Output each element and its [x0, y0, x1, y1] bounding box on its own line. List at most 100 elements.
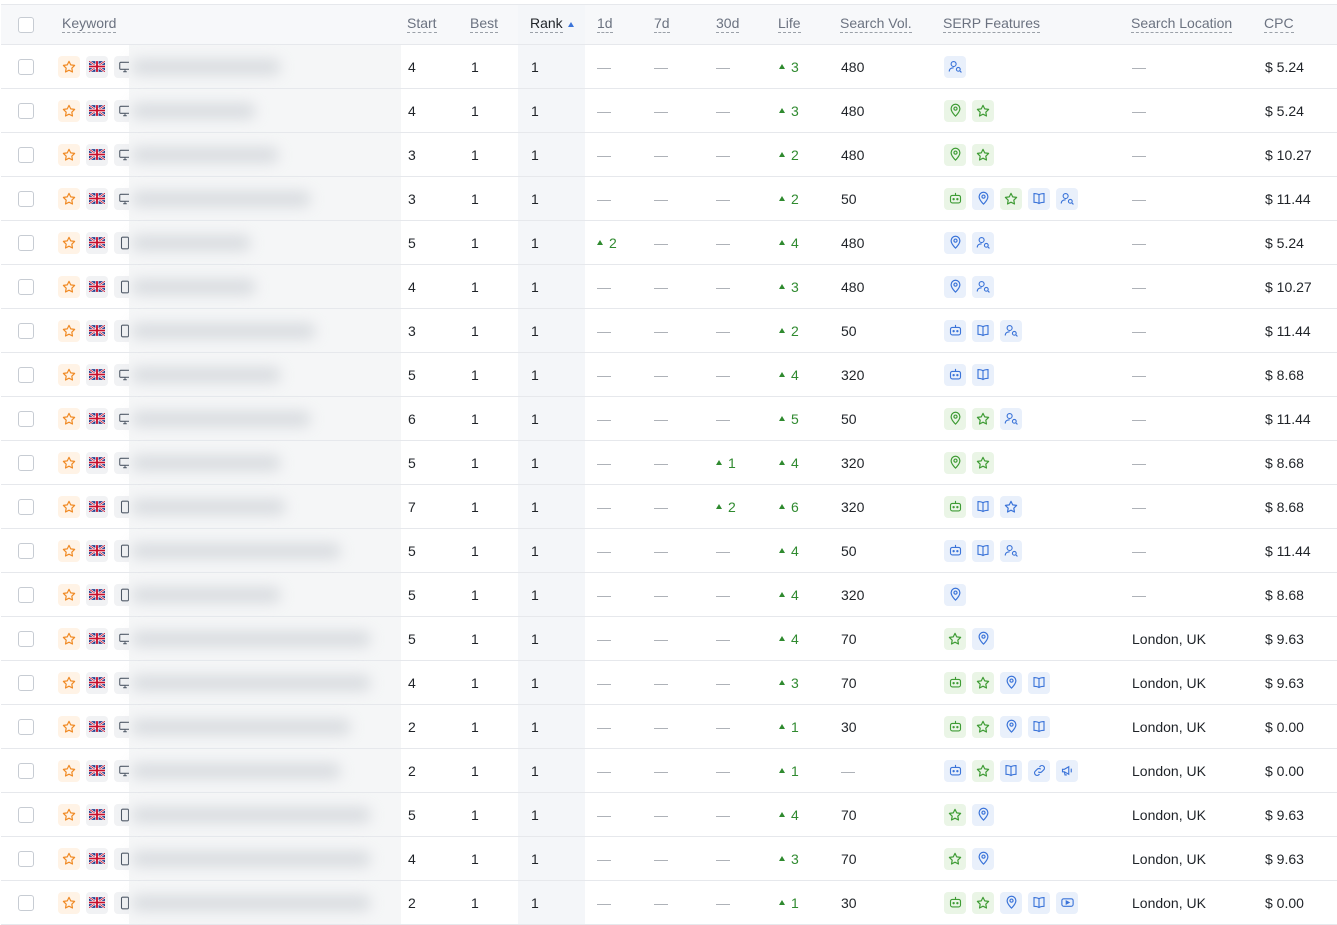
table-row[interactable]: 4 1 1 — — — 3 480 — $ 5.24: [1, 45, 1337, 89]
local-pack-icon[interactable]: [972, 847, 994, 870]
local-pack-icon[interactable]: [944, 407, 966, 430]
local-pack-icon[interactable]: [944, 143, 966, 166]
reviews-icon[interactable]: [944, 803, 966, 826]
keyword-text-blurred[interactable]: [131, 309, 401, 353]
header-life[interactable]: Life: [778, 16, 801, 33]
row-checkbox[interactable]: [18, 58, 34, 75]
keyword-text-blurred[interactable]: [131, 89, 401, 133]
favorite-star-icon[interactable]: [58, 627, 80, 650]
knowledge-panel-icon[interactable]: [1000, 759, 1022, 782]
row-checkbox[interactable]: [18, 278, 34, 295]
keyword-text-blurred[interactable]: [131, 529, 401, 573]
keyword-text-blurred[interactable]: [131, 353, 401, 397]
people-also-ask-icon[interactable]: [944, 55, 966, 78]
table-row[interactable]: 4 1 1 — — — 3 480 — $ 5.24: [1, 89, 1337, 133]
table-row[interactable]: 3 1 1 — — — 2 50 — $ 11.44: [1, 177, 1337, 221]
local-pack-icon[interactable]: [944, 451, 966, 474]
reviews-icon[interactable]: [944, 847, 966, 870]
local-pack-icon[interactable]: [944, 275, 966, 298]
ai-overview-icon[interactable]: [944, 759, 966, 782]
ai-overview-icon[interactable]: [944, 363, 966, 386]
reviews-icon[interactable]: [972, 715, 994, 738]
row-checkbox[interactable]: [18, 322, 34, 339]
row-checkbox[interactable]: [18, 674, 34, 691]
keyword-text-blurred[interactable]: [131, 221, 401, 265]
knowledge-panel-icon[interactable]: [1028, 187, 1050, 210]
reviews-icon[interactable]: [972, 407, 994, 430]
knowledge-panel-icon[interactable]: [1028, 891, 1050, 914]
table-row[interactable]: 6 1 1 — — — 5 50 — $ 11.44: [1, 397, 1337, 441]
favorite-star-icon[interactable]: [58, 671, 80, 694]
header-serp-features[interactable]: SERP Features: [943, 16, 1041, 33]
row-checkbox[interactable]: [18, 630, 34, 647]
keyword-text-blurred[interactable]: [131, 793, 401, 837]
table-row[interactable]: 5 1 1 — — — 4 70 London, UK $ 9.63: [1, 617, 1337, 661]
reviews-icon[interactable]: [972, 891, 994, 914]
reviews-icon[interactable]: [944, 627, 966, 650]
header-search-volume[interactable]: Search Vol.: [840, 16, 912, 33]
knowledge-panel-icon[interactable]: [972, 495, 994, 518]
local-pack-icon[interactable]: [944, 583, 966, 606]
keyword-text-blurred[interactable]: [131, 441, 401, 485]
keyword-text-blurred[interactable]: [131, 177, 401, 221]
row-checkbox[interactable]: [18, 762, 34, 779]
favorite-star-icon[interactable]: [58, 407, 80, 430]
ai-overview-icon[interactable]: [944, 715, 966, 738]
table-row[interactable]: 2 1 1 — — — 1 — London, UK $ 0.00: [1, 749, 1337, 793]
row-checkbox[interactable]: [18, 234, 34, 251]
table-row[interactable]: 7 1 1 — — 2 6 320 — $ 8.68: [1, 485, 1337, 529]
favorite-star-icon[interactable]: [58, 715, 80, 738]
header-30d[interactable]: 30d: [716, 16, 740, 33]
people-also-ask-icon[interactable]: [1000, 319, 1022, 342]
local-pack-icon[interactable]: [972, 187, 994, 210]
keyword-text-blurred[interactable]: [131, 617, 401, 661]
favorite-star-icon[interactable]: [58, 187, 80, 210]
keyword-text-blurred[interactable]: [131, 837, 401, 881]
favorite-star-icon[interactable]: [58, 539, 80, 562]
select-all-checkbox[interactable]: [18, 16, 34, 33]
table-row[interactable]: 5 1 1 — — 1 4 320 — $ 8.68: [1, 441, 1337, 485]
keyword-text-blurred[interactable]: [131, 573, 401, 617]
reviews-icon[interactable]: [972, 759, 994, 782]
row-checkbox[interactable]: [18, 894, 34, 911]
favorite-star-icon[interactable]: [58, 231, 80, 254]
reviews-icon[interactable]: [972, 99, 994, 122]
header-cpc[interactable]: CPC: [1264, 16, 1294, 33]
row-checkbox[interactable]: [18, 410, 34, 427]
keyword-text-blurred[interactable]: [131, 397, 401, 441]
header-best[interactable]: Best: [470, 16, 499, 33]
knowledge-panel-icon[interactable]: [972, 539, 994, 562]
table-row[interactable]: 2 1 1 — — — 1 30 London, UK $ 0.00: [1, 705, 1337, 749]
header-1d[interactable]: 1d: [597, 16, 613, 33]
row-checkbox[interactable]: [18, 190, 34, 207]
video-icon[interactable]: [1056, 891, 1078, 914]
table-row[interactable]: 5 1 1 — — — 4 50 — $ 11.44: [1, 529, 1337, 573]
header-search-location[interactable]: Search Location: [1131, 16, 1233, 33]
table-row[interactable]: 5 1 1 — — — 4 320 — $ 8.68: [1, 573, 1337, 617]
table-row[interactable]: 5 1 1 — — — 4 320 — $ 8.68: [1, 353, 1337, 397]
favorite-star-icon[interactable]: [58, 451, 80, 474]
keyword-text-blurred[interactable]: [131, 45, 401, 89]
header-keyword[interactable]: Keyword: [62, 16, 117, 33]
favorite-star-icon[interactable]: [58, 803, 80, 826]
row-checkbox[interactable]: [18, 850, 34, 867]
people-also-ask-icon[interactable]: [1056, 187, 1078, 210]
row-checkbox[interactable]: [18, 586, 34, 603]
keyword-text-blurred[interactable]: [131, 881, 401, 925]
people-also-ask-icon[interactable]: [1000, 407, 1022, 430]
ai-overview-icon[interactable]: [944, 319, 966, 342]
reviews-icon[interactable]: [972, 671, 994, 694]
local-pack-icon[interactable]: [1000, 715, 1022, 738]
favorite-star-icon[interactable]: [58, 319, 80, 342]
table-row[interactable]: 3 1 1 — — — 2 50 — $ 11.44: [1, 309, 1337, 353]
table-row[interactable]: 4 1 1 — — — 3 70 London, UK $ 9.63: [1, 661, 1337, 705]
favorite-star-icon[interactable]: [58, 847, 80, 870]
keyword-text-blurred[interactable]: [131, 133, 401, 177]
ai-overview-icon[interactable]: [944, 187, 966, 210]
row-checkbox[interactable]: [18, 718, 34, 735]
keyword-text-blurred[interactable]: [131, 749, 401, 793]
row-checkbox[interactable]: [18, 366, 34, 383]
table-row[interactable]: 5 1 1 — — — 4 70 London, UK $ 9.63: [1, 793, 1337, 837]
favorite-star-icon[interactable]: [58, 143, 80, 166]
row-checkbox[interactable]: [18, 454, 34, 471]
